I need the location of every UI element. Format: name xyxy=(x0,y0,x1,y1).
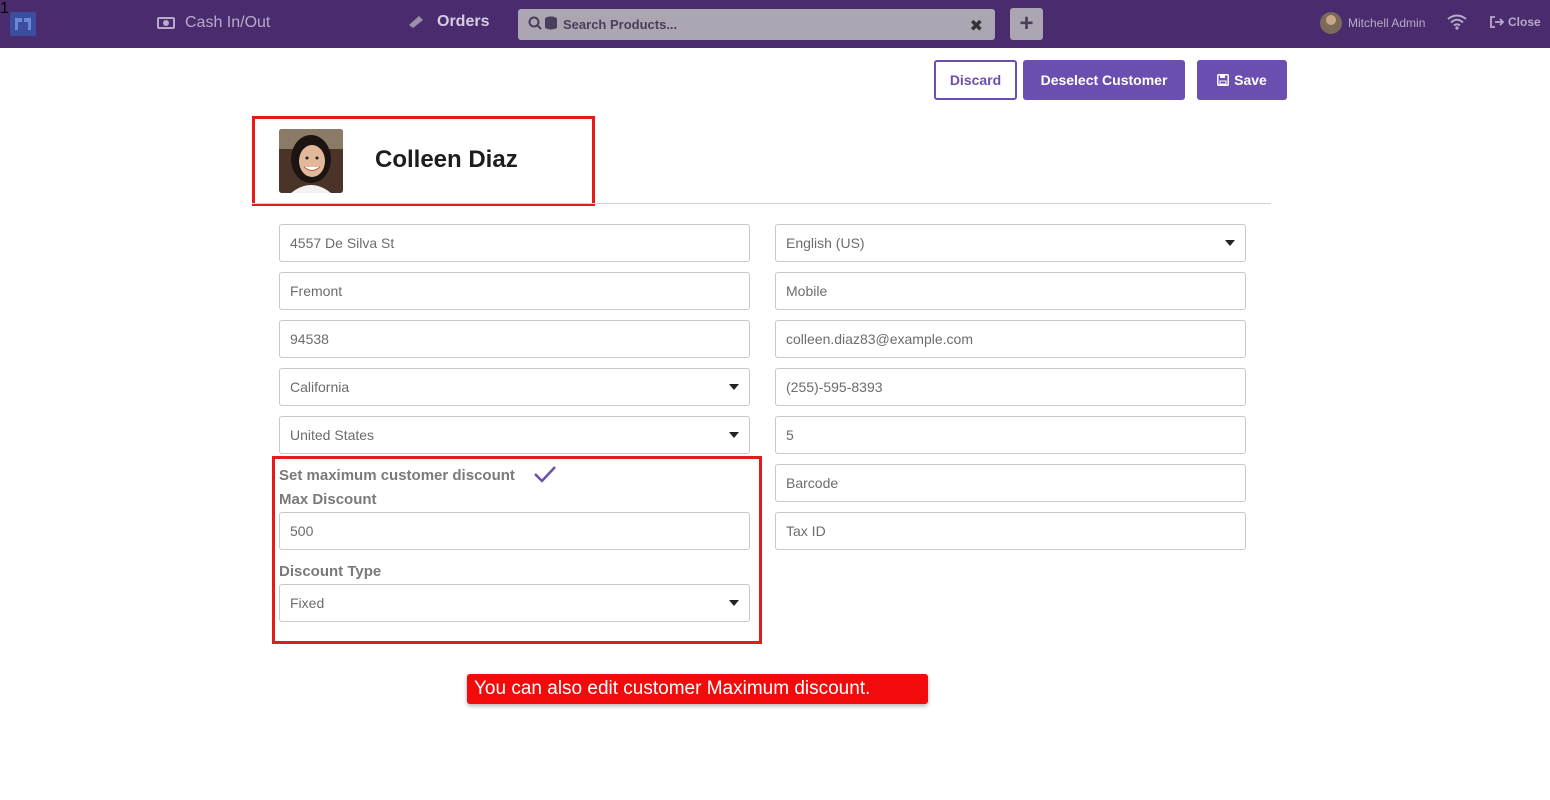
street-field[interactable]: 4557 De Silva St xyxy=(279,224,750,262)
save-icon xyxy=(1217,74,1230,86)
checkmark-icon[interactable] xyxy=(533,465,557,483)
max-discount-toggle-label: Set maximum customer discount xyxy=(279,467,515,484)
ticket-icon xyxy=(409,16,423,28)
language-select[interactable]: English (US) xyxy=(775,224,1246,262)
close-button[interactable]: Close xyxy=(1490,15,1541,29)
header-divider xyxy=(252,203,1271,204)
zip-field[interactable]: 94538 xyxy=(279,320,750,358)
app-logo-icon[interactable] xyxy=(10,12,36,36)
avatar xyxy=(1320,12,1342,34)
add-button[interactable]: + xyxy=(1010,8,1043,40)
customer-photo[interactable] xyxy=(279,129,343,193)
user-name: Mitchell Admin xyxy=(1348,16,1426,30)
caret-down-icon xyxy=(729,600,739,606)
orders-button[interactable]: Orders xyxy=(407,13,489,31)
deselect-customer-button[interactable]: Deselect Customer xyxy=(1023,60,1185,100)
customer-portrait-image xyxy=(279,129,343,193)
wifi-icon xyxy=(1447,14,1467,30)
close-label: Close xyxy=(1508,15,1541,29)
customer-name: Colleen Diaz xyxy=(375,146,518,173)
discount-type-value: Fixed xyxy=(290,595,325,611)
tax-id-field[interactable]: Tax ID xyxy=(775,512,1246,550)
tutorial-tooltip: You can also edit customer Maximum disco… xyxy=(467,674,928,704)
search-icon xyxy=(528,16,542,30)
orders-label: Orders xyxy=(437,13,490,30)
database-icon xyxy=(545,16,557,30)
discard-button[interactable]: Discard xyxy=(934,60,1017,100)
max-discount-label: Max Discount xyxy=(279,491,377,508)
country-value: United States xyxy=(290,427,375,443)
language-value: English (US) xyxy=(786,235,865,251)
caret-down-icon xyxy=(1225,240,1235,246)
caret-down-icon xyxy=(729,432,739,438)
email-field[interactable]: colleen.diaz83@example.com xyxy=(775,320,1246,358)
save-label: Save xyxy=(1234,72,1267,88)
sign-out-icon xyxy=(1490,16,1504,28)
search-bar[interactable]: Search Products... ✖ xyxy=(518,9,995,40)
state-select[interactable]: California xyxy=(279,368,750,406)
clear-search-icon[interactable]: ✖ xyxy=(970,16,983,36)
phone-field[interactable]: (255)-595-8393 xyxy=(775,368,1246,406)
top-bar: Cash In/Out Orders 1 Search Products... … xyxy=(0,0,1550,48)
cash-in-out-label: Cash In/Out xyxy=(185,14,271,31)
save-button[interactable]: Save xyxy=(1197,60,1287,100)
money-icon xyxy=(157,17,175,29)
search-input[interactable]: Search Products... xyxy=(563,17,677,32)
number-field[interactable]: 5 xyxy=(775,416,1246,454)
max-discount-field[interactable]: 500 xyxy=(279,512,750,550)
city-field[interactable]: Fremont xyxy=(279,272,750,310)
state-value: California xyxy=(290,379,350,395)
cash-in-out-button[interactable]: Cash In/Out xyxy=(157,14,270,32)
user-menu[interactable]: Mitchell Admin xyxy=(1320,12,1425,34)
mobile-field[interactable]: Mobile xyxy=(775,272,1246,310)
barcode-field[interactable]: Barcode xyxy=(775,464,1246,502)
discount-type-select[interactable]: Fixed xyxy=(279,584,750,622)
caret-down-icon xyxy=(729,384,739,390)
discount-type-label: Discount Type xyxy=(279,563,382,580)
country-select[interactable]: United States xyxy=(279,416,750,454)
